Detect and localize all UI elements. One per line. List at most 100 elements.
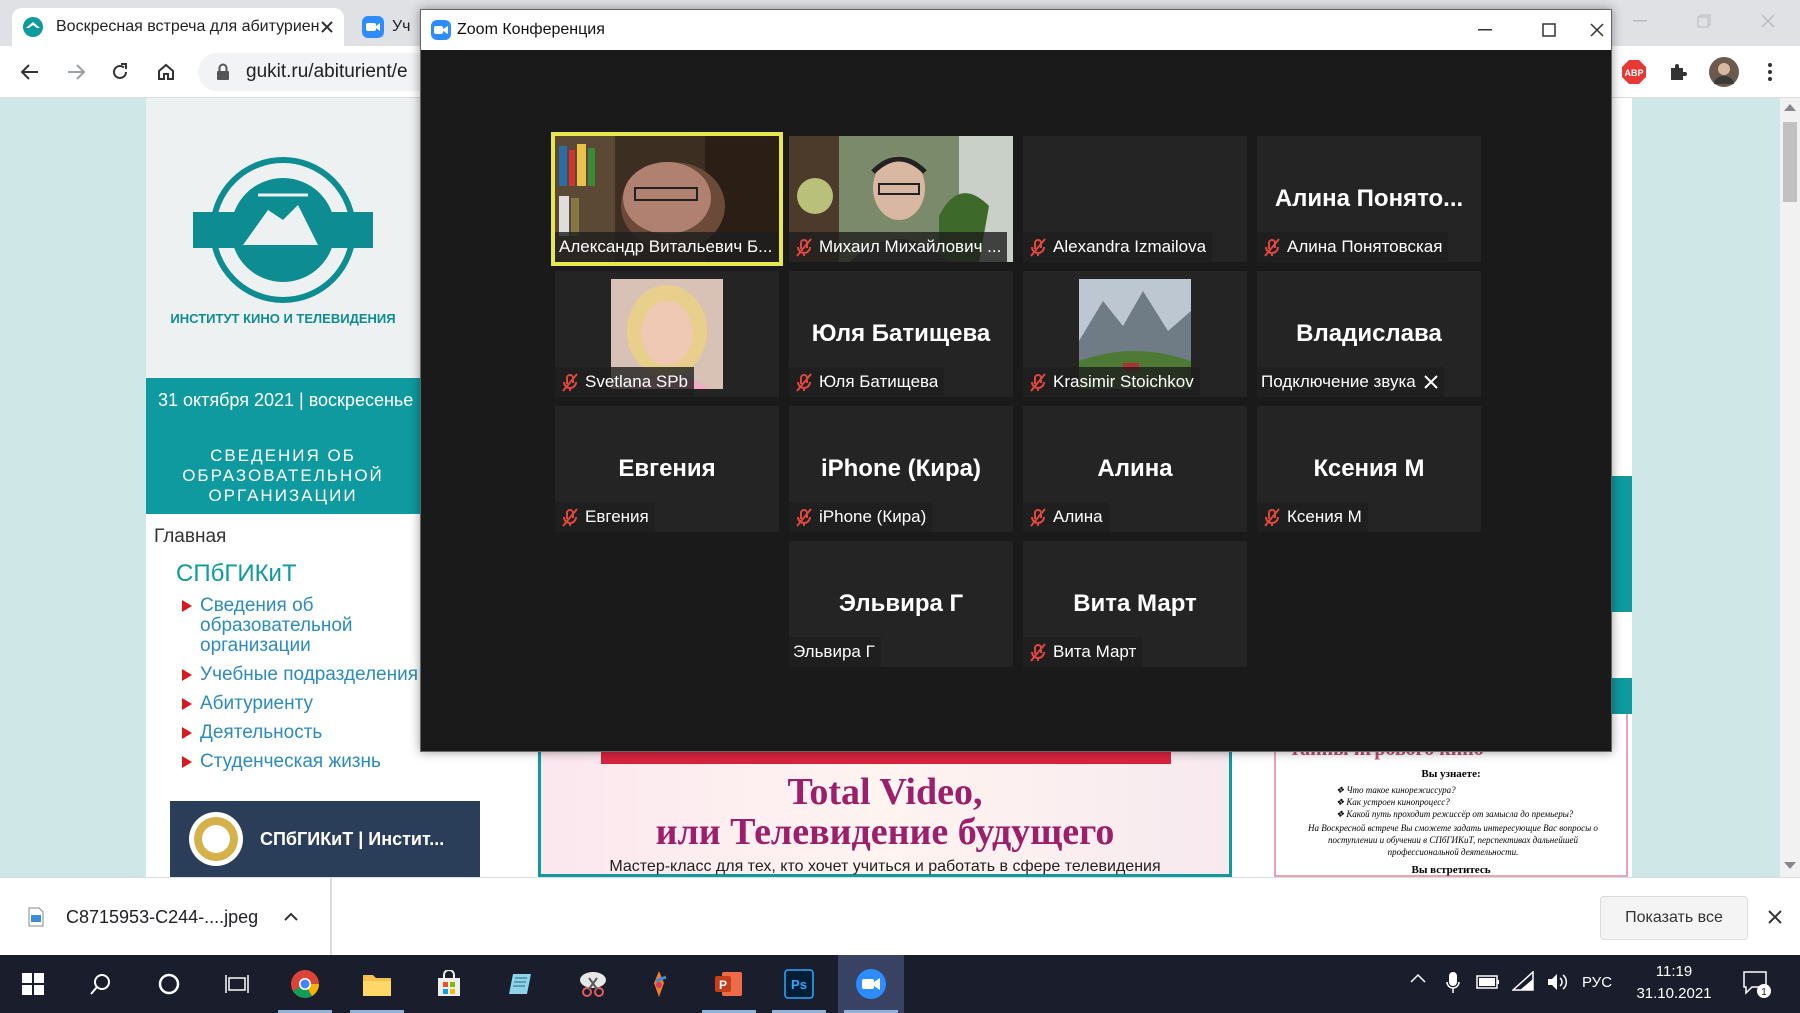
participant-tile[interactable]: Вита Март Вита Март [1023, 541, 1247, 667]
minimize-window-button[interactable] [1612, 0, 1668, 42]
cortana-button[interactable] [136, 955, 202, 1013]
reload-button[interactable] [102, 54, 138, 90]
university-emblem-icon [193, 157, 373, 303]
clock-date: 31.10.2021 [1636, 985, 1712, 1002]
nav-item-activity[interactable]: Деятельность [182, 723, 432, 743]
zoom-maximize-button[interactable] [1517, 10, 1581, 50]
start-button[interactable] [0, 955, 66, 1013]
url-text: gukit.ru/abiturient/e [246, 61, 408, 82]
close-window-button[interactable] [1740, 0, 1796, 42]
input-language-indicator[interactable]: РУС [1582, 974, 1612, 991]
nav-item-student-life[interactable]: Студенческая жизнь [182, 752, 432, 772]
participant-tile[interactable]: Ксения М Ксения М [1257, 406, 1481, 532]
participant-tile[interactable]: Владислава Подключение звука [1257, 271, 1481, 397]
adblock-extension-button[interactable]: ABP [1616, 54, 1652, 90]
back-button[interactable] [12, 54, 48, 90]
forward-button[interactable] [58, 54, 94, 90]
breadcrumb-home[interactable]: Главная [154, 526, 226, 548]
taskbar-photoshop[interactable]: Ps [766, 955, 832, 1013]
flyer-list-item: ❖ Как устроен кинопроцесс? [1336, 797, 1450, 807]
participant-tile[interactable]: Александр Витальевич Б... [551, 132, 783, 266]
participant-name: Alexandra Izmailova [1053, 237, 1207, 256]
folder-icon [363, 975, 391, 996]
poster-title-line2: или Телевидение будущего [655, 811, 1115, 853]
download-item[interactable]: C8715953-C244-....jpeg [0, 878, 332, 956]
muted-microphone-icon [793, 236, 819, 258]
volume-icon[interactable] [1546, 972, 1568, 992]
participant-tile[interactable]: Krasimir Stoichkov [1023, 271, 1247, 397]
participant-tile[interactable]: Алина Алина [1023, 406, 1247, 532]
taskbar-paint-app[interactable] [626, 955, 692, 1013]
scroll-down-arrow-icon[interactable] [1784, 862, 1796, 869]
participant-tile[interactable]: Михаил Михайлович ... [789, 136, 1013, 262]
nav-item-departments[interactable]: Учебные подразделения [182, 665, 432, 685]
taskbar-powerpoint[interactable]: P [696, 955, 762, 1013]
taskbar-store[interactable] [416, 955, 482, 1013]
show-all-downloads-button[interactable]: Показать все [1600, 896, 1748, 940]
task-view-icon [225, 975, 249, 993]
chevron-up-icon[interactable] [284, 912, 298, 922]
triangle-bullet-icon [182, 698, 192, 710]
browser-tab[interactable]: Уч [352, 8, 422, 46]
taskbar-zoom[interactable] [838, 955, 904, 1013]
participant-tile[interactable]: iPhone (Кира) iPhone (Кира) [789, 406, 1013, 532]
tray-chevron-up-icon[interactable] [1410, 973, 1426, 983]
profile-avatar[interactable] [1706, 54, 1742, 90]
close-tab-icon[interactable] [320, 20, 334, 34]
participant-tile[interactable]: Svetlana SPb [555, 271, 779, 397]
page-scrollbar[interactable] [1780, 98, 1800, 877]
university-logo[interactable]: ИНСТИТУТ КИНО И ТЕЛЕВИДЕНИЯ [146, 98, 420, 378]
scissors-icon [580, 972, 606, 997]
scroll-up-arrow-icon[interactable] [1784, 104, 1796, 111]
reload-icon [113, 63, 127, 79]
flyer-list-item: ❖ Какой путь проходит режиссёр от замысл… [1336, 809, 1574, 819]
chat-bubble-icon: 1 [1743, 971, 1771, 998]
zoom-titlebar[interactable]: Zoom Конференция [421, 10, 1611, 50]
participant-tile[interactable]: Эльвира Г Эльвира Г [789, 541, 1013, 667]
participant-tile[interactable]: Евгения Евгения [555, 406, 779, 532]
triangle-bullet-icon [182, 727, 192, 739]
chrome-menu-button[interactable] [1752, 54, 1788, 90]
taskbar-chrome[interactable] [272, 955, 338, 1013]
zoom-close-button[interactable] [1581, 10, 1613, 50]
flyer-meet-heading: Вы встретитесь [1411, 864, 1491, 876]
taskbar-snipping-tool[interactable] [560, 955, 626, 1013]
restore-window-button[interactable] [1676, 0, 1732, 42]
lock-icon[interactable] [216, 63, 230, 81]
participant-tile[interactable]: Alexandra Izmailova [1023, 136, 1247, 262]
participant-name-label: Александр Витальевич Б... [555, 232, 779, 262]
close-download-shelf-icon[interactable] [1762, 904, 1788, 930]
scrollbar-thumb[interactable] [1783, 122, 1797, 202]
zoom-minimize-button[interactable] [1453, 10, 1517, 50]
flyer-list: ❖ Что такое кинорежиссура? ❖ Как устроен… [1336, 784, 1573, 820]
battery-icon[interactable] [1476, 975, 1500, 989]
taskbar-notes-app[interactable] [488, 955, 554, 1013]
nav-item-info[interactable]: Сведения об образовательной организации [182, 596, 392, 656]
video-banner[interactable]: СПбГИКиТ | Инстит... [170, 801, 480, 877]
tab-title: Уч [392, 18, 411, 35]
participant-name-label: Алина Понятовская [1257, 232, 1449, 262]
event-poster[interactable]: Total Video, или Телевидение будущего Ма… [538, 748, 1232, 877]
participant-tile[interactable]: Алина Понято... Алина Понятовская [1257, 136, 1481, 262]
close-icon[interactable] [1424, 375, 1438, 389]
participant-name: iPhone (Кира) [819, 507, 927, 526]
clock-time: 11:19 [1655, 963, 1693, 980]
participant-tile[interactable]: Юля Батищева Юля Батищева [789, 271, 1013, 397]
participant-name: Михаил Михайлович ... [819, 237, 1002, 256]
seal-logo-icon [189, 812, 243, 866]
nav-item-applicants[interactable]: Абитуриенту [182, 694, 432, 714]
task-view-button[interactable] [204, 955, 270, 1013]
muted-microphone-icon [1027, 371, 1053, 393]
taskbar-clock[interactable]: 11:19 31.10.2021 [1618, 961, 1730, 1005]
home-button[interactable] [148, 54, 184, 90]
muted-microphone-icon [793, 506, 819, 528]
notification-center-button[interactable]: 1 [1742, 969, 1772, 999]
microphone-icon[interactable] [1446, 971, 1460, 995]
wifi-icon[interactable] [1512, 971, 1534, 991]
participant-name: Svetlana SPb [585, 372, 689, 391]
taskbar-search-button[interactable] [68, 955, 134, 1013]
extensions-button[interactable] [1660, 54, 1696, 90]
info-block-link[interactable]: СВЕДЕНИЯ ОБ ОБРАЗОВАТЕЛЬНОЙ ОРГАНИЗАЦИИ [146, 424, 420, 514]
taskbar-file-explorer[interactable] [344, 955, 410, 1013]
browser-tab-active[interactable]: Воскресная встреча для абитуриентов [12, 8, 344, 46]
